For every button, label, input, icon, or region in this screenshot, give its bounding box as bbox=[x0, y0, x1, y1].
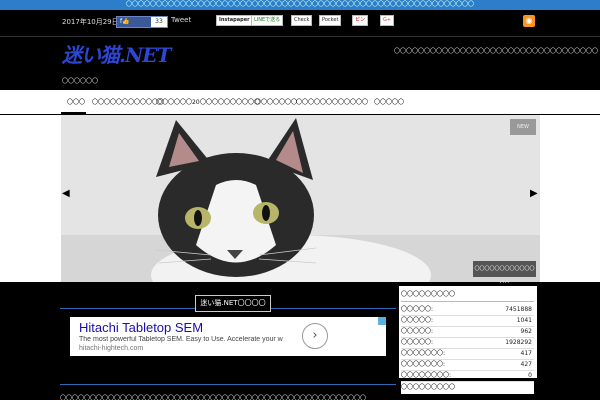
stat-row: 〇〇〇〇〇: 1041 bbox=[401, 316, 534, 327]
google-plus-button[interactable]: G+ bbox=[380, 15, 395, 26]
section-title: 迷い猫.NET〇〇〇〇 bbox=[195, 295, 271, 312]
hatena-check-button[interactable]: Check bbox=[291, 15, 313, 26]
nav-item-6[interactable]: 〇〇〇〇〇〇〇 bbox=[296, 97, 338, 106]
stat-label: 〇〇〇〇〇〇〇: bbox=[401, 361, 446, 368]
hero-right-margin bbox=[540, 115, 600, 282]
article-preview-text[interactable]: 〇〇〇〇〇〇〇〇〇〇〇〇〇〇〇〇〇〇〇〇〇〇〇〇〇〇〇〇〇〇〇〇〇〇〇〇〇〇〇〇… bbox=[60, 393, 396, 400]
facebook-like-label: f👍 bbox=[120, 18, 130, 25]
hero-left-margin bbox=[0, 115, 61, 282]
stat-row: 〇〇〇〇〇〇〇: 417 bbox=[401, 349, 534, 360]
top-notice-text: 〇〇〇〇〇〇〇〇〇〇〇〇〇〇〇〇〇〇〇〇〇〇 bbox=[125, 1, 258, 8]
line-share-button[interactable]: LINEで送る bbox=[251, 15, 284, 26]
stat-label: 〇〇〇〇〇〇〇〇: bbox=[401, 372, 452, 379]
sidebar-second-heading: 〇〇〇〇〇〇〇〇〇 bbox=[401, 382, 534, 394]
stat-value: 427 bbox=[520, 361, 532, 368]
stat-value: 0 bbox=[528, 372, 532, 379]
nav-item-5[interactable]: 〇〇〇〇〇〇〇 bbox=[255, 97, 297, 106]
date-label: 2017年10月29日 bbox=[62, 18, 119, 26]
ad-arrow-button[interactable]: › bbox=[302, 323, 328, 349]
facebook-like-count: 33 bbox=[151, 17, 167, 27]
stat-value: 7451888 bbox=[505, 306, 532, 313]
cat-illustration bbox=[61, 115, 540, 282]
stat-row: 〇〇〇〇〇: 7451888 bbox=[401, 305, 534, 316]
nav-item-4[interactable]: 〇〇〇〇〇〇〇〇〇〇 bbox=[200, 97, 260, 106]
slider-next-arrow[interactable]: ▶ bbox=[530, 188, 538, 199]
facebook-like-button[interactable]: f👍 33 bbox=[116, 16, 168, 28]
stat-row: 〇〇〇〇〇: 1928292 bbox=[401, 338, 534, 349]
stat-label: 〇〇〇〇〇: bbox=[401, 317, 434, 324]
slider-prev-arrow[interactable]: ◀ bbox=[62, 188, 70, 199]
top-notice-subtext: 〇〇〇〇〇〇〇〇〇〇〇〇〇〇〇〇〇〇〇〇〇〇〇〇〇〇〇〇〇〇〇〇〇〇〇〇 bbox=[258, 1, 475, 8]
hero-caption[interactable]: 〇〇〇〇〇〇〇〇〇〇〇〇〇〇 bbox=[473, 261, 536, 288]
rss-icon[interactable]: ◉ bbox=[523, 15, 535, 27]
tweet-button[interactable]: Tweet bbox=[171, 16, 191, 24]
stat-value: 1041 bbox=[516, 317, 532, 324]
stat-label: 〇〇〇〇〇: bbox=[401, 306, 434, 313]
hero-new-tag: NEW bbox=[510, 119, 536, 135]
stat-value: 962 bbox=[520, 328, 532, 335]
top-notice-bar[interactable]: 〇〇〇〇〇〇〇〇〇〇〇〇〇〇〇〇〇〇〇〇〇〇〇〇〇〇〇〇〇〇〇〇〇〇〇〇〇〇〇〇… bbox=[0, 0, 600, 10]
stat-label: 〇〇〇〇〇: bbox=[401, 339, 434, 346]
header-description: 〇〇〇〇〇〇〇〇〇〇〇〇〇〇〇〇〇〇〇〇〇〇〇〇〇〇〇〇〇〇〇〇〇〇 bbox=[394, 48, 599, 55]
sidebar-stats-heading: 〇〇〇〇〇〇〇〇〇 bbox=[401, 289, 534, 302]
section-divider-bottom bbox=[60, 384, 396, 385]
nav-item-7[interactable]: 〇〇〇〇〇 bbox=[338, 97, 368, 106]
nav-item-3[interactable]: 〇〇〇〇〇〇20 bbox=[156, 97, 200, 106]
site-tagline: 〇〇〇〇〇〇 bbox=[62, 78, 99, 85]
stat-row: 〇〇〇〇〇〇〇: 427 bbox=[401, 360, 534, 371]
stat-value: 417 bbox=[520, 350, 532, 357]
nav-item-8[interactable]: 〇〇〇〇〇 bbox=[374, 97, 404, 106]
stat-row: 〇〇〇〇〇〇〇〇: 0 bbox=[401, 371, 534, 382]
stat-row: 〇〇〇〇〇: 962 bbox=[401, 327, 534, 338]
stat-label: 〇〇〇〇〇: bbox=[401, 328, 434, 335]
pinterest-button[interactable]: ピン bbox=[352, 15, 369, 26]
stat-value: 1928292 bbox=[505, 339, 532, 346]
ad-url: hitachi-hightech.com bbox=[79, 345, 144, 352]
stat-label: 〇〇〇〇〇〇〇: bbox=[401, 350, 446, 357]
pocket-button[interactable]: Pocket bbox=[319, 15, 342, 26]
ad-description: The most powerful Tabletop SEM. Easy to … bbox=[79, 336, 283, 343]
nav-item-2[interactable]: 〇〇〇〇〇〇〇〇〇〇〇〇 bbox=[92, 97, 164, 106]
hero-image-cat[interactable] bbox=[61, 115, 540, 282]
nav-item-home[interactable]: 〇〇〇 bbox=[67, 97, 85, 106]
site-logo[interactable]: 迷い猫.NET bbox=[62, 39, 171, 68]
instapaper-button[interactable]: Instapaper bbox=[216, 15, 253, 26]
ad-title[interactable]: Hitachi Tabletop SEM bbox=[79, 320, 203, 335]
ad-choices-icon[interactable] bbox=[378, 317, 386, 325]
